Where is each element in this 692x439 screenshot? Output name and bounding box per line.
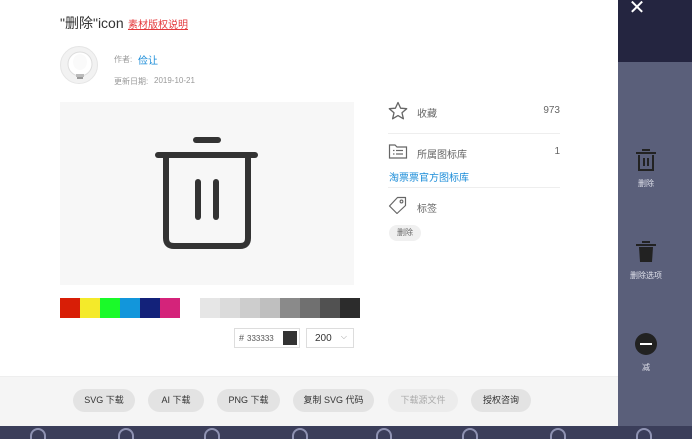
bg-icon-card-delete-option: 删除选项 <box>618 240 674 281</box>
bg-partial-icon <box>204 428 220 439</box>
color-swatch[interactable] <box>200 298 220 318</box>
info-divider <box>388 133 560 134</box>
update-date: 2019-10-21 <box>154 76 195 85</box>
bg-partial-icon <box>118 428 134 439</box>
color-swatch[interactable] <box>260 298 280 318</box>
license-inquiry-button[interactable]: 授权咨询 <box>471 389 531 412</box>
icon-title: "删除"icon <box>60 15 124 31</box>
tag-icon <box>388 196 407 214</box>
color-swatch[interactable] <box>280 298 300 318</box>
bg-icon-label: 删除选项 <box>630 271 662 280</box>
color-hex-value: 333333 <box>247 333 274 343</box>
color-swatch[interactable] <box>160 298 180 318</box>
copyright-link[interactable]: 素材版权说明 <box>128 16 188 31</box>
color-swatch[interactable] <box>320 298 340 318</box>
color-swatch[interactable] <box>100 298 120 318</box>
chevron-down-icon: ⌵ <box>340 332 347 341</box>
icon-preview <box>60 102 354 285</box>
author-avatar[interactable] <box>60 46 98 84</box>
library-label: 所属图标库 <box>417 150 467 161</box>
color-swatch[interactable] <box>300 298 320 318</box>
lightbulb-icon <box>67 51 93 79</box>
author-prefix: 作者: <box>114 55 133 64</box>
trash-outline-icon <box>636 149 656 171</box>
color-swatch[interactable] <box>240 298 260 318</box>
bg-icon-label: 减 <box>642 363 650 372</box>
color-swatch[interactable] <box>220 298 240 318</box>
library-row: 所属图标库 1 <box>388 142 560 162</box>
bg-partial-icon <box>292 428 308 439</box>
bg-partial-icon <box>376 428 392 439</box>
current-color-swatch[interactable] <box>283 331 297 345</box>
color-swatch[interactable] <box>340 298 360 318</box>
library-link[interactable]: 淘票票官方图标库 <box>389 169 469 184</box>
size-select[interactable]: 200 ⌵ <box>306 328 354 348</box>
color-swatch[interactable] <box>140 298 160 318</box>
size-value: 200 <box>315 332 332 344</box>
date-prefix: 更新日期: <box>114 77 149 86</box>
color-swatch[interactable] <box>60 298 80 318</box>
author-name-link[interactable]: 俭让 <box>138 52 158 67</box>
trash-preview-icon <box>155 137 258 249</box>
bg-partial-icon <box>30 428 46 439</box>
bg-partial-icon <box>550 428 566 439</box>
tags-label: 标签 <box>417 204 437 215</box>
backdrop-icon-row <box>0 426 692 439</box>
hash-sign: # <box>239 333 245 343</box>
trash-filled-icon <box>636 241 656 262</box>
color-swatch[interactable] <box>120 298 140 318</box>
close-icon[interactable]: ✕ <box>622 0 652 20</box>
tags-row: 标签 <box>388 196 560 216</box>
color-swatch[interactable] <box>180 298 200 318</box>
favorite-row[interactable]: 收藏 973 <box>388 101 560 121</box>
favorite-count: 973 <box>543 105 560 116</box>
bg-partial-icon <box>462 428 478 439</box>
ai-download-button[interactable]: AI 下载 <box>148 389 204 412</box>
folder-list-icon <box>388 144 408 159</box>
tag-chip[interactable]: 删除 <box>389 225 421 241</box>
color-swatch[interactable] <box>80 298 100 318</box>
png-download-button[interactable]: PNG 下载 <box>217 389 280 412</box>
svg-download-button[interactable]: SVG 下载 <box>73 389 135 412</box>
library-count: 1 <box>554 146 560 157</box>
color-palette <box>60 298 360 318</box>
favorite-label: 收藏 <box>417 109 437 120</box>
bg-icon-card-delete: 删除 <box>618 148 674 189</box>
icon-detail-modal: "删除"icon 素材版权说明 作者: 俭让 更新日期: 2019-10-21 … <box>0 0 618 426</box>
copy-svg-code-button[interactable]: 复制 SVG 代码 <box>293 389 374 412</box>
download-source-button[interactable]: 下载源文件 <box>388 389 458 412</box>
bg-icon-label: 删除 <box>638 179 654 188</box>
bg-icon-card-minus: 减 <box>618 332 674 373</box>
info-divider <box>388 187 560 188</box>
minus-circle-icon <box>635 333 657 355</box>
star-icon <box>388 101 408 120</box>
bg-partial-icon <box>636 428 652 439</box>
